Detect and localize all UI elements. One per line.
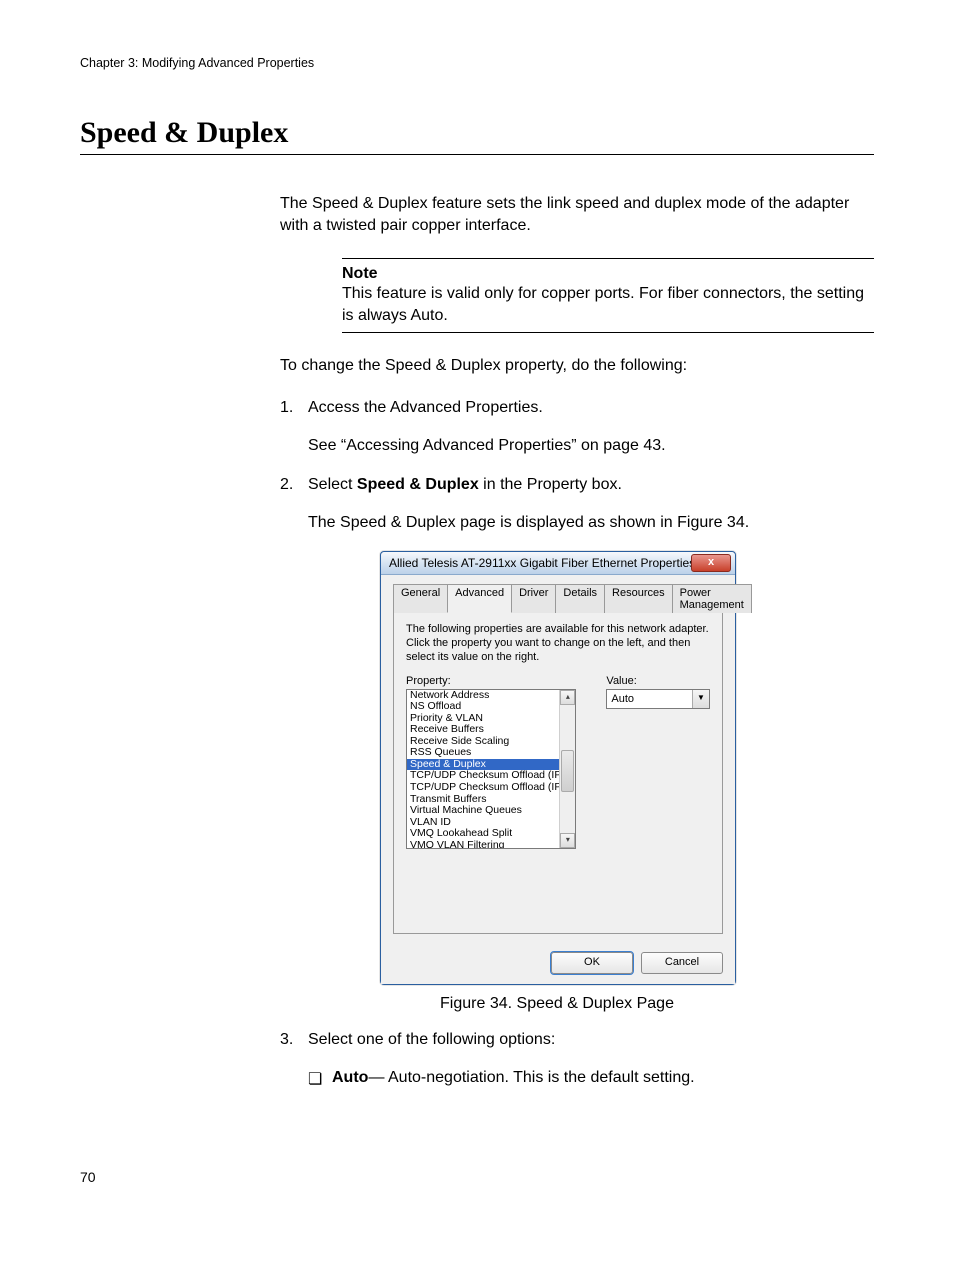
cancel-button[interactable]: Cancel [641,952,723,974]
value-combobox[interactable]: Auto ▼ [606,689,710,709]
step-2-text: Select Speed & Duplex in the Property bo… [308,474,874,496]
property-listbox[interactable]: Network AddressNS OffloadPriority & VLAN… [406,689,576,849]
property-list-item[interactable]: VMQ Lookahead Split [407,828,575,840]
lead-in: To change the Speed & Duplex property, d… [280,355,874,377]
chapter-header: Chapter 3: Modifying Advanced Properties [80,56,874,70]
tab-advanced[interactable]: Advanced [447,584,512,613]
note-text: This feature is valid only for copper po… [342,283,874,326]
step-1: 1. Access the Advanced Properties. See “… [280,397,874,456]
property-list-item[interactable]: NS Offload [407,701,575,713]
step-2-sub: The Speed & Duplex page is displayed as … [308,512,874,534]
step-2: 2. Select Speed & Duplex in the Property… [280,474,874,533]
scroll-thumb[interactable] [561,750,574,792]
option-text: — Auto-negotiation. This is the default … [368,1069,694,1086]
tab-driver[interactable]: Driver [511,584,556,613]
value-selected: Auto [607,693,692,705]
value-label: Value: [606,675,710,687]
dialog-description: The following properties are available f… [406,623,710,664]
dialog-titlebar[interactable]: Allied Telesis AT-2911xx Gigabit Fiber E… [381,552,735,575]
scroll-down-button[interactable]: ▾ [560,833,575,848]
chevron-down-icon[interactable]: ▼ [692,690,709,708]
step-3: 3. Select one of the following options: [280,1029,874,1051]
option-bullet: ❏ Auto— Auto-negotiation. This is the de… [308,1069,874,1089]
intro-paragraph: The Speed & Duplex feature sets the link… [280,193,874,236]
step-3-text: Select one of the following options: [308,1029,874,1051]
dialog-tabs: General Advanced Driver Details Resource… [393,583,723,613]
tab-power-management[interactable]: Power Management [672,584,752,613]
property-list-item[interactable]: Virtual Machine Queues [407,805,575,817]
step-number: 2. [280,474,308,533]
note-title: Note [342,265,874,283]
step-1-text: Access the Advanced Properties. [308,397,874,419]
step-number: 1. [280,397,308,456]
page-number: 70 [80,1169,874,1185]
listbox-scrollbar[interactable]: ▴ ▾ [559,690,575,848]
dialog-title: Allied Telesis AT-2911xx Gigabit Fiber E… [389,556,691,570]
figure-caption: Figure 34. Speed & Duplex Page [380,995,734,1013]
option-name: Auto [332,1069,368,1086]
note-box: Note This feature is valid only for copp… [342,258,874,333]
properties-dialog: Allied Telesis AT-2911xx Gigabit Fiber E… [380,551,736,985]
property-list-item[interactable]: VMQ VLAN Filtering [407,840,575,848]
bullet-icon: ❏ [308,1069,332,1089]
scroll-up-button[interactable]: ▴ [560,690,575,705]
close-button[interactable]: x [691,554,731,572]
ok-button[interactable]: OK [551,952,633,974]
tab-details[interactable]: Details [555,584,605,613]
property-label: Property: [406,675,576,687]
step-1-sub: See “Accessing Advanced Properties” on p… [308,435,874,457]
tab-general[interactable]: General [393,584,448,613]
section-title: Speed & Duplex [80,116,874,155]
tab-resources[interactable]: Resources [604,584,673,613]
property-list-item[interactable]: TCP/UDP Checksum Offload (IPv6 [407,782,575,794]
step-number: 3. [280,1029,308,1051]
